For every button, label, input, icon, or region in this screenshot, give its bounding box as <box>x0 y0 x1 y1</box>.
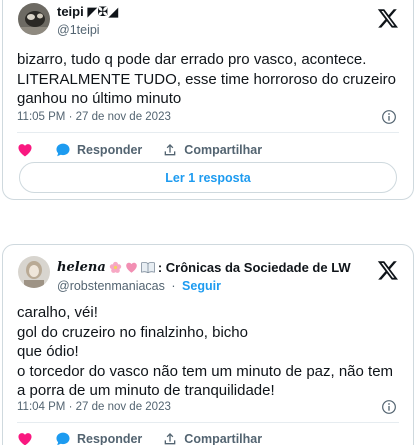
display-name-text: teipi ◤✠◢ <box>57 4 119 19</box>
reply-button[interactable]: Responder <box>55 431 142 445</box>
tweet-line: caralho, véi! <box>17 304 98 321</box>
reply-bubble-icon <box>56 143 70 157</box>
tweet-card-2[interactable]: helena : Crônicas da Sociedade de LW @ro… <box>2 244 414 445</box>
handle[interactable]: @robstenmaniacas <box>57 279 165 293</box>
heart-emoji-icon <box>126 262 137 273</box>
reply-label: Responder <box>77 432 143 445</box>
tweet-line: LITERALMENTE TUDO, esse time horroroso d… <box>17 70 397 88</box>
share-button[interactable]: Compartilhar <box>162 142 262 158</box>
tweet-line: gol do cruzeiro no finalzinho, bicho <box>17 323 248 341</box>
share-icon <box>164 433 176 445</box>
tweet-text: caralho, véi! gol do cruzeiro no finalzi… <box>17 303 401 401</box>
timestamp[interactable]: 11:05 PM · 27 de nov de 2023 <box>17 111 171 123</box>
display-name-italic: helena <box>57 260 106 275</box>
heart-icon <box>18 144 32 157</box>
display-name[interactable]: teipi ◤✠◢ <box>57 4 118 20</box>
tweet-line: ganhou no último minuto <box>17 90 182 108</box>
avatar[interactable] <box>18 256 50 288</box>
x-logo-icon[interactable] <box>377 7 399 29</box>
action-bar: Responder Compartilhar <box>17 142 282 158</box>
info-icon[interactable] <box>381 399 397 415</box>
display-name-rest: : Crônicas da Sociedade de LW <box>157 260 351 275</box>
reply-bubble-icon <box>56 432 70 445</box>
handle-row: @1teipi <box>57 23 100 37</box>
divider <box>17 132 399 133</box>
separator: · <box>171 279 176 293</box>
timestamp[interactable]: 11:04 PM · 27 de nov de 2023 <box>17 401 171 413</box>
read-replies-label: Ler 1 resposta <box>165 170 251 185</box>
action-bar: Responder Compartilhar <box>17 431 282 445</box>
share-button[interactable]: Compartilhar <box>162 431 262 445</box>
like-button[interactable] <box>17 142 33 158</box>
reply-button[interactable]: Responder <box>55 142 142 158</box>
display-name[interactable]: helena : Crônicas da Sociedade de LW <box>57 260 351 275</box>
flower-emoji-icon <box>109 261 121 273</box>
tweet-line: o torcedor do vasco não tem um minuto de… <box>17 362 394 380</box>
handle-row: @robstenmaniacas · Seguir <box>57 279 221 293</box>
follow-button[interactable]: Seguir <box>182 279 221 293</box>
like-button[interactable] <box>17 431 33 445</box>
divider <box>17 422 399 423</box>
read-replies-button[interactable]: Ler 1 resposta <box>19 162 397 193</box>
tweet-text: bizarro, tudo q pode dar errado pro vasc… <box>17 50 401 109</box>
tweet-card-1[interactable]: teipi ◤✠◢ @1teipi bizarro, tudo q pode d… <box>2 0 414 200</box>
heart-icon <box>18 433 32 445</box>
reply-label: Responder <box>77 143 143 157</box>
avatar[interactable] <box>18 3 50 35</box>
tweet-line: que ódio! <box>17 343 79 361</box>
x-logo-icon[interactable] <box>377 259 399 281</box>
tweet-line: a porra de um minuto de tranquilidade! <box>17 382 275 400</box>
info-icon[interactable] <box>381 109 397 125</box>
share-icon <box>164 144 176 156</box>
book-emoji-icon <box>141 262 155 274</box>
tweet-line: bizarro, tudo q pode dar errado pro vasc… <box>17 51 367 68</box>
share-label: Compartilhar <box>184 432 263 445</box>
handle[interactable]: @1teipi <box>57 23 100 37</box>
share-label: Compartilhar <box>184 143 263 157</box>
